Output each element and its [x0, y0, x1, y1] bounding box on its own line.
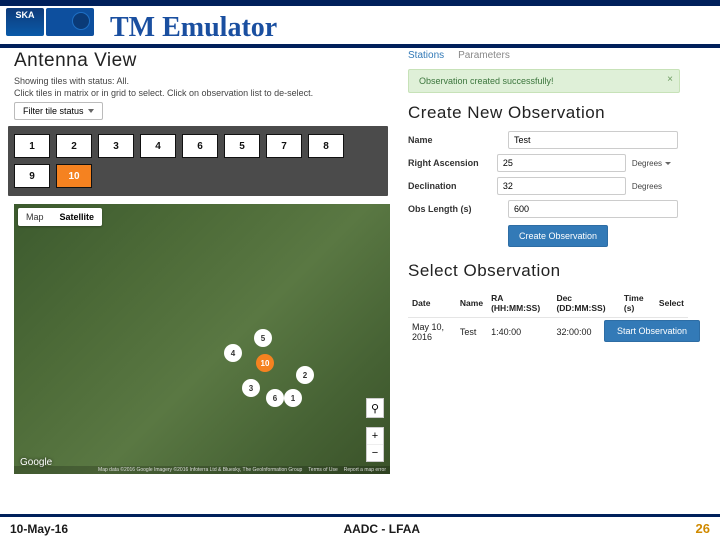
- alert-text: Observation created successfully!: [419, 76, 554, 86]
- instruction-line: Click tiles in matrix or in grid to sele…: [14, 88, 394, 98]
- marker-6[interactable]: 6: [266, 389, 284, 407]
- obslen-label: Obs Length (s): [408, 204, 508, 214]
- slide-header: TM Emulator: [0, 0, 720, 44]
- status-line: Showing tiles with status: All.: [14, 76, 394, 86]
- left-panel: Antenna View Showing tiles with status: …: [8, 48, 394, 474]
- right-tabs: Stations Parameters: [408, 50, 712, 61]
- chevron-down-icon: [88, 109, 94, 113]
- marker-5[interactable]: 5: [254, 329, 272, 347]
- create-observation-form: Name Right Ascension Degrees Declination…: [408, 131, 678, 247]
- col-name: Name: [456, 289, 487, 318]
- cell-name: Test: [456, 318, 487, 347]
- filter-tile-status-dropdown[interactable]: Filter tile status: [14, 102, 103, 120]
- ra-unit-select[interactable]: Degrees: [632, 159, 678, 168]
- close-icon[interactable]: ×: [667, 74, 673, 85]
- cell-date: May 10, 2016: [408, 318, 456, 347]
- logo-group: [6, 8, 94, 36]
- dec-input[interactable]: [497, 177, 626, 195]
- create-observation-button[interactable]: Create Observation: [508, 225, 608, 247]
- select-observation-heading: Select Observation: [408, 261, 712, 281]
- tile-8[interactable]: 8: [308, 134, 344, 158]
- tile-5[interactable]: 5: [224, 134, 260, 158]
- map-type-switch: Map Satellite: [18, 208, 102, 226]
- tab-parameters[interactable]: Parameters: [458, 50, 510, 61]
- tab-stations[interactable]: Stations: [408, 50, 444, 61]
- map[interactable]: Map Satellite 5 4 10 2 3 6 1 ⚲ + − Googl…: [14, 204, 390, 474]
- map-tab-map[interactable]: Map: [18, 208, 52, 226]
- map-attr-text: Map data ©2016 Google Imagery ©2016 Info…: [98, 467, 302, 473]
- ska-logo: [6, 8, 44, 36]
- marker-1[interactable]: 1: [284, 389, 302, 407]
- slide-title: TM Emulator: [110, 12, 277, 44]
- marker-cluster: 5 4 10 2 3 6 1: [214, 324, 334, 414]
- tile-7[interactable]: 7: [266, 134, 302, 158]
- footer-center: AADC - LFAA: [343, 522, 420, 536]
- ra-unit-label: Degrees: [632, 159, 662, 168]
- map-tab-satellite[interactable]: Satellite: [52, 208, 103, 226]
- tile-4[interactable]: 4: [140, 134, 176, 158]
- col-time: Time (s): [620, 289, 655, 318]
- ra-input[interactable]: [497, 154, 626, 172]
- dec-unit: Degrees: [632, 182, 678, 191]
- antenna-view-heading: Antenna View: [14, 50, 394, 72]
- footer-page: 26: [696, 521, 710, 536]
- tile-3[interactable]: 3: [98, 134, 134, 158]
- dec-label: Declination: [408, 181, 497, 191]
- marker-3[interactable]: 3: [242, 379, 260, 397]
- accent-bar: [0, 0, 720, 6]
- zoom-control: + −: [366, 427, 384, 462]
- marker-4[interactable]: 4: [224, 344, 242, 362]
- col-select: Select: [655, 289, 688, 318]
- pegman-icon[interactable]: ⚲: [366, 398, 384, 418]
- tile-1[interactable]: 1: [14, 134, 50, 158]
- map-terms[interactable]: Terms of Use: [308, 467, 337, 473]
- cell-ra: 1:40:00: [487, 318, 552, 347]
- ra-label: Right Ascension: [408, 158, 497, 168]
- tile-2[interactable]: 2: [56, 134, 92, 158]
- create-observation-heading: Create New Observation: [408, 103, 712, 123]
- map-report[interactable]: Report a map error: [344, 467, 386, 473]
- tile-10[interactable]: 10: [56, 164, 92, 188]
- app-screenshot: Antenna View Showing tiles with status: …: [8, 48, 712, 508]
- zoom-out-button[interactable]: −: [367, 445, 383, 461]
- map-attribution: Map data ©2016 Google Imagery ©2016 Info…: [14, 466, 390, 474]
- zoom-in-button[interactable]: +: [367, 428, 383, 445]
- tile-9[interactable]: 9: [14, 164, 50, 188]
- footer-date: 10-May-16: [10, 522, 68, 536]
- marker-2[interactable]: 2: [296, 366, 314, 384]
- col-ra: RA (HH:MM:SS): [487, 289, 552, 318]
- col-dec: Dec (DD:MM:SS): [552, 289, 619, 318]
- tile-6[interactable]: 6: [182, 134, 218, 158]
- filter-label: Filter tile status: [23, 106, 84, 116]
- marker-10[interactable]: 10: [256, 354, 274, 372]
- name-label: Name: [408, 135, 508, 145]
- slide-footer: 10-May-16 AADC - LFAA 26: [0, 514, 720, 540]
- tile-matrix: 1 2 3 4 6 5 7 8 9 10: [8, 126, 388, 196]
- col-date: Date: [408, 289, 456, 318]
- right-panel: Stations Parameters Observation created …: [408, 48, 712, 346]
- obslen-input[interactable]: [508, 200, 678, 218]
- success-alert: Observation created successfully! ×: [408, 69, 680, 93]
- start-observation-button[interactable]: Start Observation: [604, 320, 700, 342]
- partner-logo: [46, 8, 94, 36]
- chevron-down-icon: [665, 162, 671, 165]
- name-input[interactable]: [508, 131, 678, 149]
